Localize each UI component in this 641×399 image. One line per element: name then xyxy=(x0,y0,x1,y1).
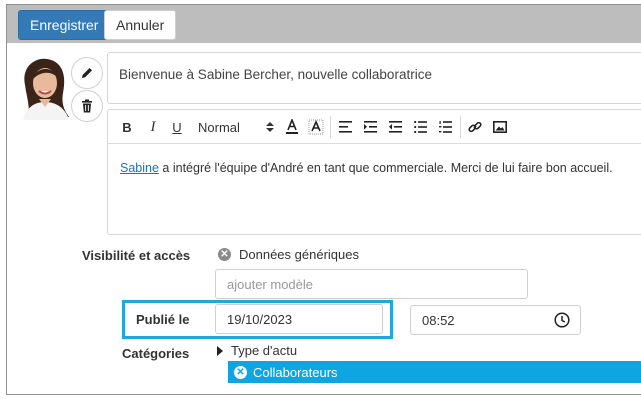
link-icon[interactable] xyxy=(468,118,482,136)
published-date-input[interactable]: 19/10/2023 xyxy=(215,304,383,334)
clock-icon[interactable] xyxy=(554,312,570,328)
italic-icon[interactable]: I xyxy=(146,118,160,136)
updown-icon xyxy=(266,122,274,132)
align-left-icon[interactable] xyxy=(338,118,352,136)
outdent-icon[interactable] xyxy=(388,118,402,136)
toolbar-divider xyxy=(330,116,331,138)
delete-photo-button[interactable] xyxy=(71,90,103,122)
title-input[interactable]: Bienvenue à Sabine Bercher, nouvelle col… xyxy=(107,52,641,104)
model-placeholder: ajouter modèle xyxy=(227,277,313,292)
title-text: Bienvenue à Sabine Bercher, nouvelle col… xyxy=(119,67,432,82)
highlight-icon[interactable] xyxy=(308,118,324,136)
published-time-input[interactable]: 08:52 xyxy=(410,305,581,335)
visibility-label: Visibilité et accès xyxy=(82,248,191,263)
action-bar: Enregistrer Annuler xyxy=(7,5,641,43)
editor-content: Sabine a intégré l'équipe d'André en tan… xyxy=(120,161,613,175)
avatar xyxy=(17,55,72,120)
font-color-icon[interactable] xyxy=(284,118,300,136)
image-icon[interactable] xyxy=(493,118,507,136)
mention-link[interactable]: Sabine xyxy=(120,161,159,175)
pencil-icon xyxy=(82,68,92,78)
selected-category-chip[interactable]: ✕ Collaborateurs xyxy=(228,361,641,383)
model-input[interactable]: ajouter modèle xyxy=(215,269,528,299)
expand-arrow-icon[interactable] xyxy=(217,345,223,356)
category-tree-item[interactable]: Type d'actu xyxy=(217,343,297,358)
numbered-list-icon[interactable] xyxy=(438,118,452,136)
news-editor-panel: Enregistrer Annuler Bienvenue à Sabine B… xyxy=(6,4,641,395)
categories-label: Catégories xyxy=(122,346,190,361)
published-time-value: 08:52 xyxy=(422,313,455,328)
rich-text-editor[interactable]: B I U Normal Sabine a intégré l'équipe d… xyxy=(107,109,641,235)
format-select[interactable]: Normal xyxy=(198,118,274,136)
save-button[interactable]: Enregistrer xyxy=(18,10,111,40)
edit-photo-button[interactable] xyxy=(71,57,103,89)
editor-text: a intégré l'équipe d'André en tant que c… xyxy=(158,161,613,175)
bold-icon[interactable]: B xyxy=(120,118,134,136)
published-date-value: 19/10/2023 xyxy=(227,312,293,327)
toolbar-divider xyxy=(460,116,461,138)
editor-toolbar: B I U Normal xyxy=(108,110,641,144)
visibility-chip: ✕ Données génériques xyxy=(218,247,359,262)
underline-icon[interactable]: U xyxy=(170,118,184,136)
remove-icon[interactable]: ✕ xyxy=(218,248,231,261)
cancel-button[interactable]: Annuler xyxy=(104,10,177,40)
bullet-list-icon[interactable] xyxy=(413,118,427,136)
remove-icon[interactable]: ✕ xyxy=(234,365,247,379)
published-label: Publié le xyxy=(136,312,190,327)
indent-icon[interactable] xyxy=(363,118,377,136)
trash-icon xyxy=(82,99,92,113)
